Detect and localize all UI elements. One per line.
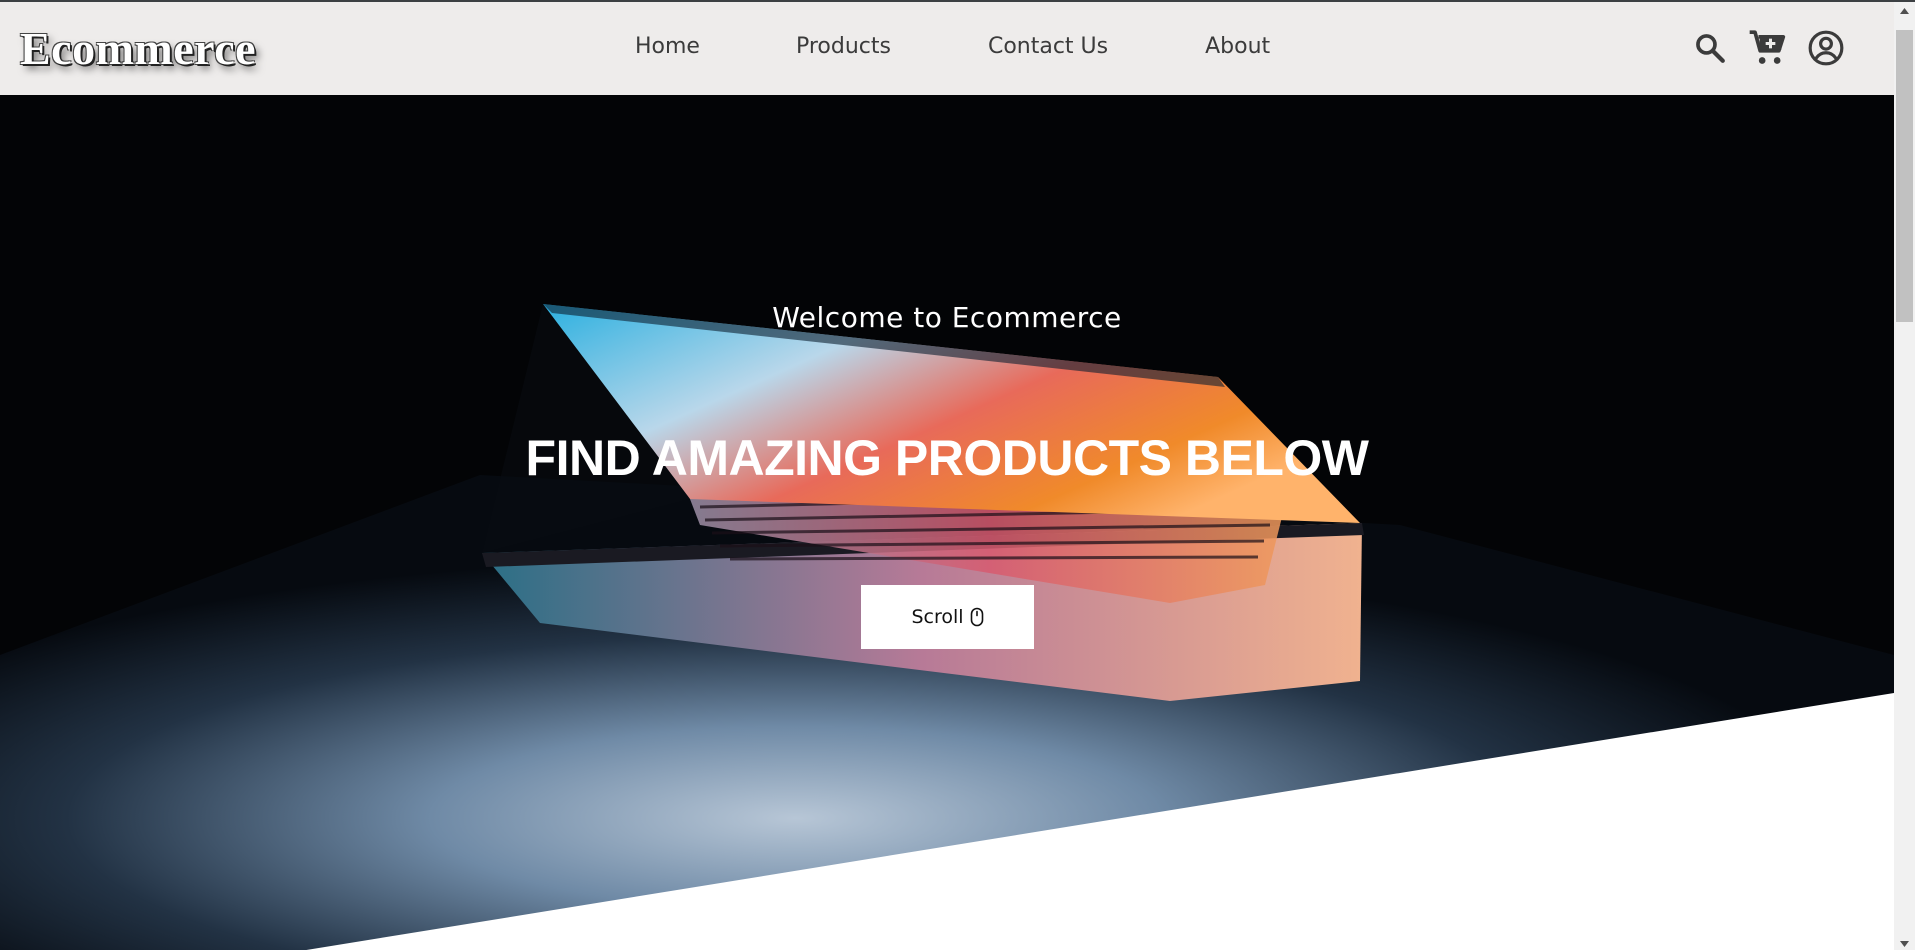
cart-add-icon[interactable] xyxy=(1748,28,1788,68)
nav-link-products[interactable]: Products xyxy=(796,34,891,59)
hero-laptop-background xyxy=(0,95,1894,950)
nav-link-contact-us[interactable]: Contact Us xyxy=(988,34,1108,59)
mouse-icon xyxy=(970,607,984,627)
search-icon[interactable] xyxy=(1690,28,1730,68)
navbar: Ecommerce Home Products Contact Us About xyxy=(0,2,1894,95)
nav-icons xyxy=(1690,28,1846,68)
nav-link-home[interactable]: Home xyxy=(635,34,700,59)
nav-link-about[interactable]: About xyxy=(1205,34,1270,59)
scroll-up-arrow-icon[interactable] xyxy=(1894,2,1915,19)
hero-banner: Welcome to Ecommerce FIND AMAZING PRODUC… xyxy=(0,95,1894,950)
hero-subtitle: Welcome to Ecommerce xyxy=(772,301,1122,334)
hero-title: FIND AMAZING PRODUCTS BELOW xyxy=(525,430,1369,486)
scroll-button-label: Scroll xyxy=(911,606,964,628)
account-circle-icon[interactable] xyxy=(1806,28,1846,68)
scroll-down-arrow-icon[interactable] xyxy=(1894,935,1915,950)
scroll-button[interactable]: Scroll xyxy=(861,585,1034,649)
vertical-scrollbar[interactable] xyxy=(1894,2,1915,950)
scrollbar-thumb[interactable] xyxy=(1896,30,1913,322)
site-logo[interactable]: Ecommerce xyxy=(20,22,256,75)
nav-links: Home Products Contact Us About xyxy=(635,34,1270,59)
browser-viewport: Ecommerce Home Products Contact Us About xyxy=(0,0,1915,950)
